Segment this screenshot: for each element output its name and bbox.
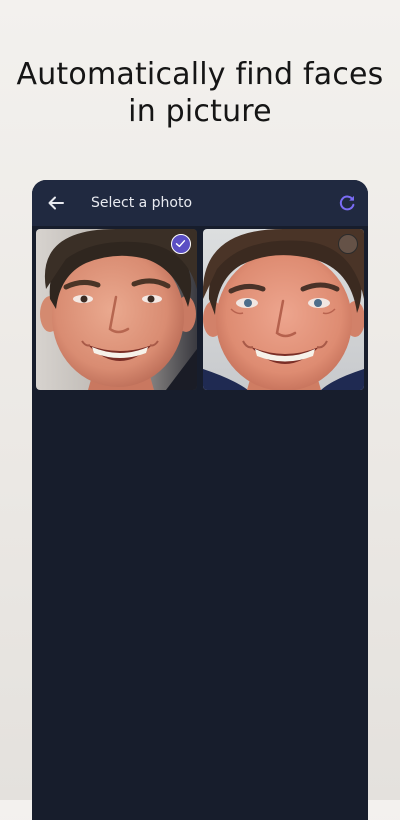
screen-title: Select a photo — [91, 195, 193, 211]
headline-line-2: in picture — [128, 94, 272, 129]
arrow-left-icon — [48, 196, 64, 210]
app-bar: Select a photo — [32, 180, 368, 226]
radio-unchecked-icon — [338, 234, 358, 254]
headline: Automatically find faces in picture — [0, 56, 400, 130]
photo-thumbnail-1[interactable] — [36, 229, 197, 390]
photo-thumbnail-2[interactable] — [203, 229, 364, 390]
refresh-icon — [339, 195, 355, 211]
checkmark-icon — [175, 240, 186, 248]
headline-line-1: Automatically find faces — [16, 57, 384, 92]
refresh-button[interactable] — [336, 192, 358, 214]
face-photo-2 — [203, 229, 364, 390]
face-photo-1 — [36, 229, 197, 390]
selected-badge — [171, 234, 191, 254]
back-button[interactable] — [44, 191, 68, 215]
phone-screen: Select a photo — [32, 180, 368, 820]
